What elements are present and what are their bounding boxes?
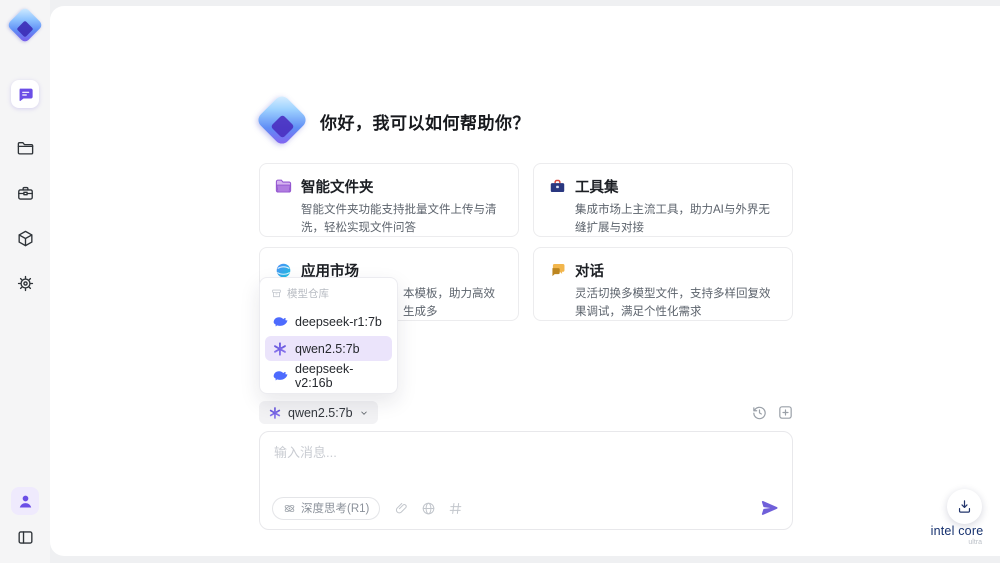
message-input[interactable] <box>274 442 778 486</box>
intel-core-badge: intel core ultra <box>922 524 992 546</box>
greeting: 你好，我可以如何帮助你？ <box>255 93 530 147</box>
composer-tools <box>394 501 463 516</box>
new-chat-button[interactable] <box>777 404 794 421</box>
model-option-deepseek-v2[interactable]: deepseek-v2:16b <box>265 361 392 390</box>
qwen-star-icon <box>274 341 286 356</box>
hash-grid-icon <box>450 502 462 514</box>
deepseek-whale-icon <box>273 370 288 381</box>
app-logo-gem-icon <box>255 93 309 147</box>
sidebar-item-account[interactable] <box>11 487 39 515</box>
sidebar-item-settings[interactable] <box>11 269 39 297</box>
chat-bubble-icon <box>19 88 33 101</box>
card-description: 集成市场上主流工具，助力AI与外界无缝扩展与对接 <box>575 204 770 234</box>
card-description: 灵活切换多模型文件，支持多样回复效果调试，满足个性化需求 <box>575 288 771 318</box>
send-button[interactable] <box>760 498 780 518</box>
repository-box-icon <box>272 289 281 298</box>
user-icon <box>19 495 31 508</box>
download-icon <box>958 500 971 513</box>
app-window: 你好，我可以如何帮助你？ 智能文件夹 智能文件夹功能支持批量文件上传与清洗，轻松… <box>0 0 1000 563</box>
app-logo-gem-icon <box>6 6 44 44</box>
yellow-chat-icon <box>552 264 565 277</box>
main-panel: 你好，我可以如何帮助你？ 智能文件夹 智能文件夹功能支持批量文件上传与清洗，轻松… <box>50 6 1000 556</box>
attach-file-button[interactable] <box>394 501 409 516</box>
new-chat-icon <box>779 406 792 419</box>
history-icon <box>753 406 766 420</box>
model-option-label: deepseek-v2:16b <box>295 361 354 390</box>
card-description: 智能文件夹功能支持批量文件上传与清洗，轻松实现文件问答 <box>301 204 497 234</box>
folder-icon <box>17 141 33 155</box>
sidebar-item-chat[interactable] <box>11 80 39 108</box>
intel-core-text: intel core <box>930 524 984 538</box>
history-button[interactable] <box>751 404 768 421</box>
greeting-title: 你好，我可以如何帮助你？ <box>320 113 530 133</box>
message-composer: 深度思考(R1) <box>259 431 793 530</box>
model-selector-label: qwen2.5:7b <box>288 405 353 420</box>
send-plane-icon <box>761 500 778 515</box>
card-dialogue[interactable]: 对话 灵活切换多模型文件，支持多样回复效果调试，满足个性化需求 <box>533 247 793 321</box>
model-option-label: deepseek-r1:7b <box>295 314 382 329</box>
card-title: 对话 <box>575 264 604 280</box>
navy-briefcase-icon <box>550 179 565 193</box>
model-dropdown: 模型仓库 deepseek-r1:7b qwen2.5:7b deepseek-… <box>259 277 398 394</box>
sidebar-item-folders[interactable] <box>11 134 39 162</box>
gear-icon <box>17 275 33 291</box>
sidebar-panel-icon <box>17 530 33 544</box>
briefcase-icon <box>17 186 33 200</box>
composer-toolbar: 深度思考(R1) <box>272 496 780 520</box>
deepseek-whale-icon <box>273 316 288 327</box>
card-title: 智能文件夹 <box>301 180 374 196</box>
card-toolset[interactable]: 工具集 集成市场上主流工具，助力AI与外界无缝扩展与对接 <box>533 163 793 237</box>
sidebar-item-apps[interactable] <box>11 224 39 252</box>
card-smart-folder[interactable]: 智能文件夹 智能文件夹功能支持批量文件上传与清洗，轻松实现文件问答 <box>259 163 519 237</box>
web-search-button[interactable] <box>421 501 436 516</box>
chevron-down-icon <box>360 410 367 415</box>
purple-folder-icon <box>275 179 292 193</box>
cube-icon <box>17 230 33 246</box>
intel-ultra-text: ultra <box>968 539 982 546</box>
model-dropdown-header-label: 模型仓库 <box>287 288 329 300</box>
model-option-qwen[interactable]: qwen2.5:7b <box>265 336 392 361</box>
sidebar-item-panel-toggle[interactable] <box>11 523 39 551</box>
chat-actions <box>751 404 794 421</box>
deep-think-label: 深度思考(R1) <box>301 503 370 515</box>
globe-icon <box>423 502 435 514</box>
paperclip-icon <box>396 502 408 513</box>
sidebar <box>0 0 50 563</box>
model-dropdown-header: 模型仓库 <box>265 284 392 307</box>
model-selector-button[interactable]: qwen2.5:7b <box>259 401 378 424</box>
model-option-deepseek-r1[interactable]: deepseek-r1:7b <box>265 309 392 334</box>
deep-think-toggle[interactable]: 深度思考(R1) <box>272 496 381 520</box>
atom-icon <box>284 504 295 512</box>
sidebar-item-toolbox[interactable] <box>11 179 39 207</box>
download-button[interactable] <box>947 489 982 524</box>
qwen-star-icon <box>269 406 281 419</box>
model-option-label: qwen2.5:7b <box>295 341 360 356</box>
card-title: 工具集 <box>575 180 619 196</box>
commands-button[interactable] <box>448 501 463 516</box>
